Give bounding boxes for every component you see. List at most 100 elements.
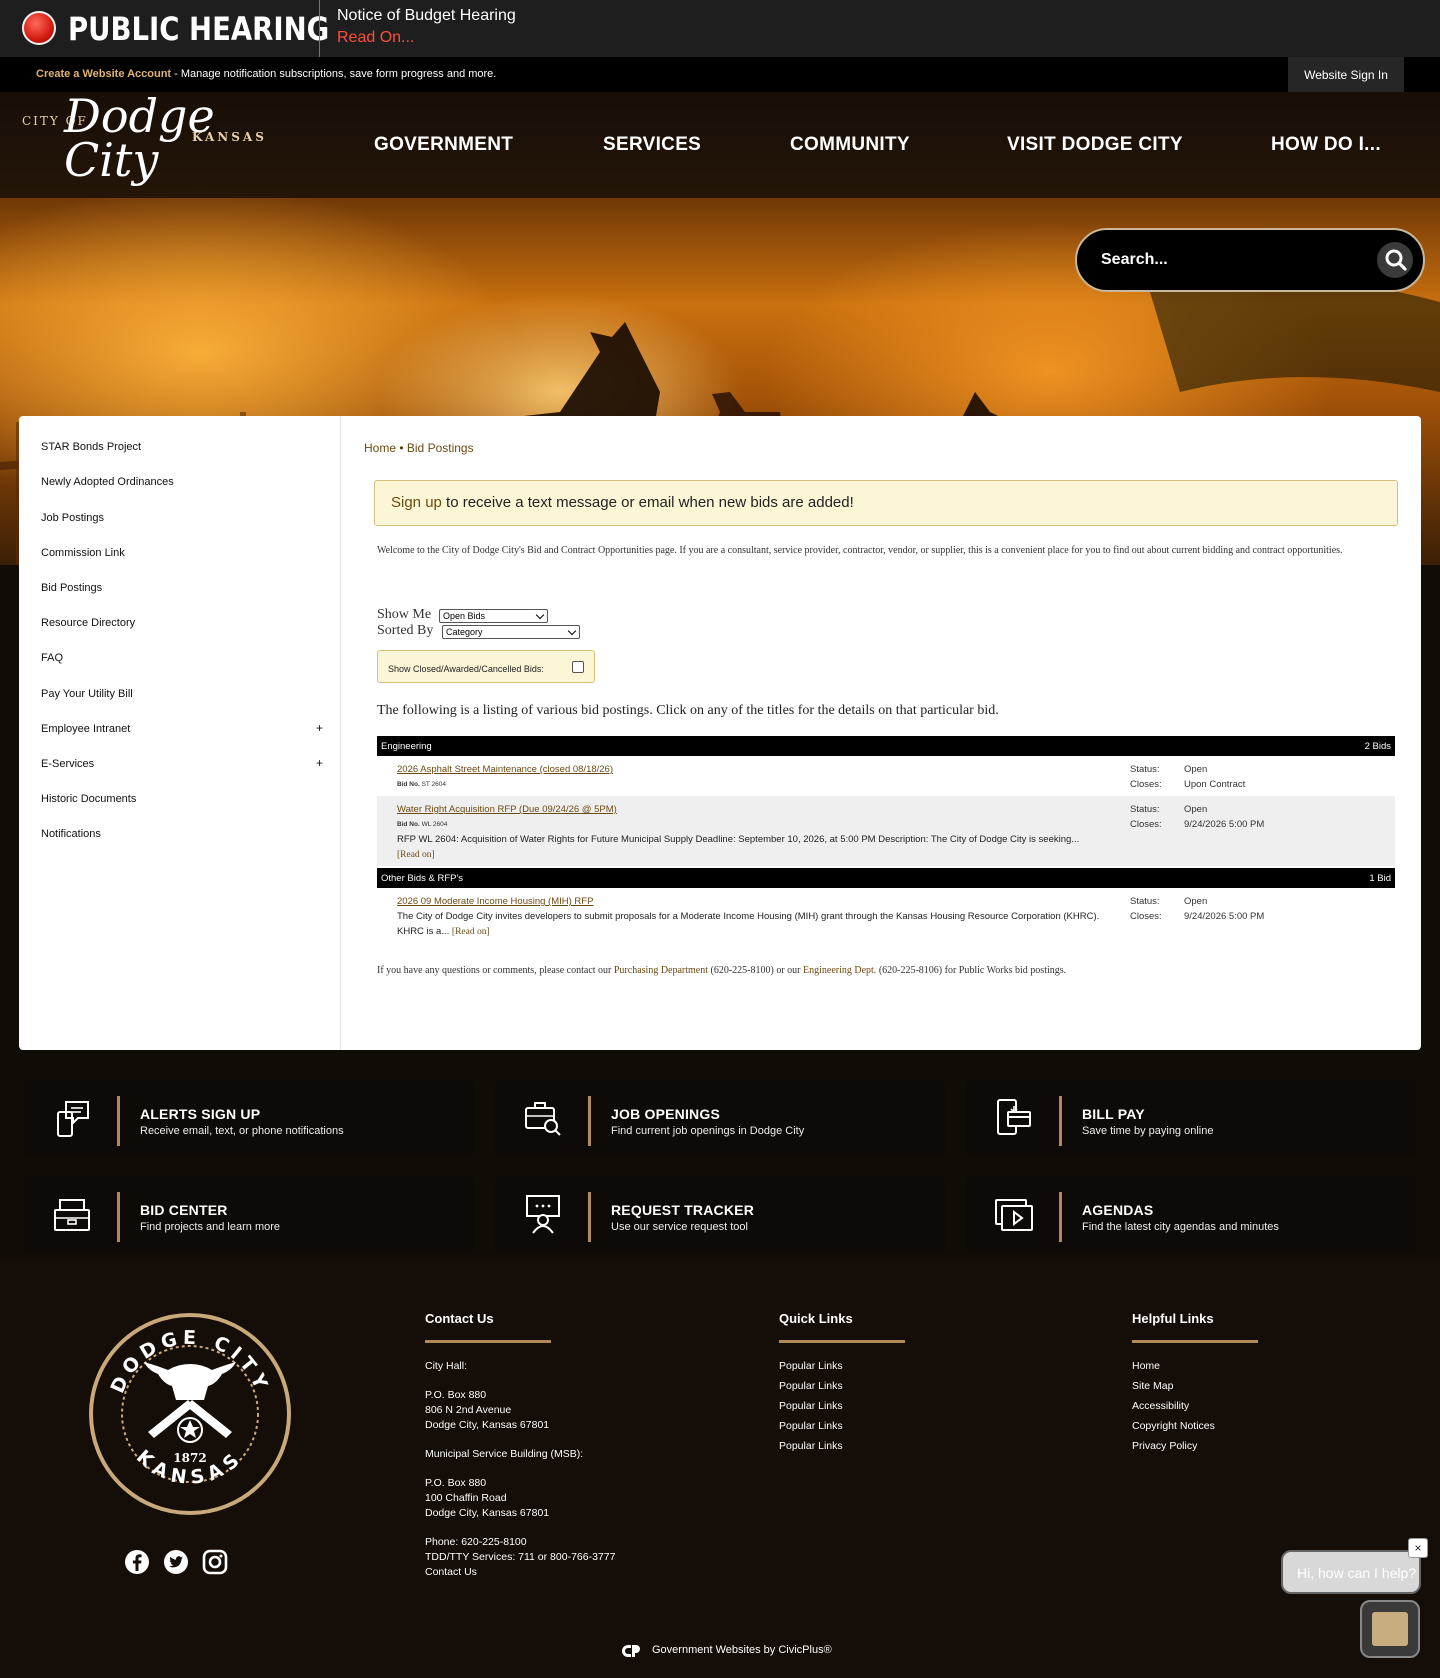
sorted-by-select[interactable]: Category (442, 625, 580, 639)
tile-agendas[interactable]: AGENDAS Find the latest city agendas and… (966, 1176, 1416, 1252)
contact-us-link[interactable]: Contact Us (425, 1566, 477, 1578)
sidebar-item-notifications[interactable]: Notifications (41, 828, 101, 840)
notify-text: Sign up to receive a text message or ema… (391, 494, 854, 511)
sidebar-item-faq[interactable]: FAQ (41, 652, 63, 664)
chat-greeting-bubble[interactable]: Hi, how can I help? (1281, 1550, 1421, 1594)
closes-label: Closes: (1130, 779, 1162, 790)
chat-launcher-button[interactable] (1360, 1600, 1420, 1658)
video-agenda-icon (995, 1199, 1033, 1231)
quick-link-item[interactable]: Popular Links (779, 1420, 843, 1432)
bid-description-text: RFP WL 2604: Acquisition of Water Rights… (397, 834, 1080, 845)
sidebar-item-e-services[interactable]: E-Services (41, 758, 94, 770)
sidebar-nav: STAR Bonds Project Newly Adopted Ordinan… (19, 416, 341, 1050)
show-me-label: Show Me (377, 607, 432, 622)
twitter-icon[interactable] (163, 1549, 189, 1575)
facebook-icon[interactable] (124, 1549, 150, 1575)
tile-subtitle: Find projects and learn more (140, 1221, 281, 1233)
city-hall-label: City Hall: (425, 1360, 468, 1372)
account-message: Create a Website Account - Manage notifi… (36, 68, 496, 80)
chat-greeting-text: Hi, how can I help? (1297, 1565, 1417, 1581)
alert-read-on-link[interactable]: Read On... (337, 29, 414, 47)
quick-link-item[interactable]: Popular Links (779, 1380, 843, 1392)
sidebar-item-employee-intranet[interactable]: Employee Intranet (41, 723, 130, 735)
show-closed-checkbox[interactable] (572, 661, 584, 673)
breadcrumb-home[interactable]: Home (364, 441, 396, 455)
welcome-text: Welcome to the City of Dodge City's Bid … (377, 545, 1343, 556)
civicplus-link[interactable]: Government Websites by CivicPlus® (652, 1644, 832, 1656)
sign-up-link[interactable]: Sign up (391, 494, 442, 511)
footer-link-privacy[interactable]: Privacy Policy (1132, 1440, 1197, 1452)
seal-year: 1872 (173, 1451, 206, 1465)
breadcrumb-current[interactable]: Bid Postings (407, 441, 474, 455)
bid-no-label: Bid No. (397, 781, 420, 788)
search-button[interactable] (1377, 242, 1413, 278)
show-closed-box: Show Closed/Awarded/Cancelled Bids: (377, 650, 595, 683)
phone-chat-icon (57, 1101, 89, 1137)
site-logo[interactable]: CITY OF Dodge City KANSAS (22, 93, 264, 192)
tile-job-openings[interactable]: JOB OPENINGS Find current job openings i… (495, 1080, 945, 1156)
tile-subtitle: Find current job openings in Dodge City (611, 1125, 805, 1137)
tile-title: JOB OPENINGS (611, 1106, 720, 1122)
footer-link-home[interactable]: Home (1132, 1360, 1160, 1372)
notify-message: to receive a text message or email when … (441, 494, 854, 511)
bid-no-label: Bid No. (397, 821, 420, 828)
instagram-icon[interactable] (202, 1549, 228, 1575)
tile-request-tracker[interactable]: REQUEST TRACKER Use our service request … (495, 1176, 945, 1252)
read-on-link[interactable]: [Read on] (452, 927, 490, 937)
tdd-number: TDD/TTY Services: 711 or 800-766-3777 (425, 1551, 616, 1563)
nav-services[interactable]: SERVICES (603, 134, 701, 156)
closes-value: 9/24/2026 5:00 PM (1184, 911, 1265, 922)
show-me-select[interactable]: Open Bids (439, 609, 548, 623)
sidebar-item-job-postings[interactable]: Job Postings (41, 512, 104, 524)
tile-bill-pay[interactable]: BILL PAY Save time by paying online (966, 1080, 1416, 1156)
alert-divider (319, 0, 320, 57)
contact-line: If you have any questions or comments, p… (377, 965, 1066, 976)
sidebar-item-resource-directory[interactable]: Resource Directory (41, 617, 135, 629)
alert-notice[interactable]: Notice of Budget Hearing (337, 7, 516, 25)
expand-icon[interactable]: + (316, 756, 323, 770)
website-sign-in-button[interactable]: Website Sign In (1288, 57, 1404, 92)
bid-title-link[interactable]: 2026 09 Moderate Income Housing (MIH) RF… (397, 896, 593, 907)
search-input[interactable] (1101, 230, 1371, 290)
bid-title-link[interactable]: Water Right Acquisition RFP (Due 09/24/2… (397, 804, 617, 815)
sidebar-item-ordinances[interactable]: Newly Adopted Ordinances (41, 476, 174, 488)
nav-visit-dodge-city[interactable]: VISIT DODGE CITY (1007, 134, 1183, 156)
bid-no-value: ST 2604 (421, 781, 447, 788)
bid-row: 2026 09 Moderate Income Housing (MIH) RF… (377, 888, 1395, 942)
quick-link-item[interactable]: Popular Links (779, 1360, 843, 1372)
heading-underline (779, 1340, 905, 1343)
engineering-link[interactable]: Engineering Dept. (803, 965, 876, 976)
sidebar-item-utility-bill[interactable]: Pay Your Utility Bill (41, 688, 133, 700)
tile-subtitle: Receive email, text, or phone notificati… (140, 1125, 344, 1137)
expand-icon[interactable]: + (316, 721, 323, 735)
category-header: Other Bids & RFP's 1 Bid (377, 868, 1395, 888)
read-on-link[interactable]: [Read on] (397, 850, 435, 860)
sidebar-item-bid-postings[interactable]: Bid Postings (41, 582, 102, 594)
purchasing-link[interactable]: Purchasing Department (614, 965, 708, 976)
category-header: Engineering 2 Bids (377, 736, 1395, 756)
quick-link-item[interactable]: Popular Links (779, 1400, 843, 1412)
sidebar-item-star-bonds[interactable]: STAR Bonds Project (41, 441, 141, 453)
quick-link-item[interactable]: Popular Links (779, 1440, 843, 1452)
bid-title-link[interactable]: 2026 Asphalt Street Maintenance (closed … (397, 764, 613, 775)
closes-value: Upon Contract (1184, 779, 1246, 790)
nav-government[interactable]: GOVERNMENT (374, 134, 513, 156)
tile-bid-center[interactable]: BID CENTER Find projects and learn more (24, 1176, 474, 1252)
bid-description: The City of Dodge City invites developer… (397, 909, 1102, 940)
footer-link-site-map[interactable]: Site Map (1132, 1380, 1173, 1392)
footer-link-accessibility[interactable]: Accessibility (1132, 1400, 1189, 1412)
phone-number: Phone: 620-225-8100 (425, 1536, 527, 1548)
create-account-link[interactable]: Create a Website Account (36, 68, 171, 80)
close-icon[interactable]: × (1408, 1538, 1428, 1558)
tile-alerts-sign-up[interactable]: ALERTS SIGN UP Receive email, text, or p… (24, 1080, 474, 1156)
alert-bar: PUBLIC HEARING Notice of Budget Hearing … (0, 0, 1440, 57)
sidebar-item-commission-link[interactable]: Commission Link (41, 547, 125, 559)
tile-divider (117, 1096, 120, 1146)
tile-subtitle: Save time by paying online (1082, 1125, 1214, 1137)
tile-divider (1059, 1096, 1062, 1146)
status-label: Status: (1130, 896, 1160, 907)
sidebar-item-historic-documents[interactable]: Historic Documents (41, 793, 136, 805)
nav-community[interactable]: COMMUNITY (790, 134, 910, 156)
footer-link-copyright[interactable]: Copyright Notices (1132, 1420, 1215, 1432)
nav-how-do-i[interactable]: HOW DO I... (1271, 134, 1381, 156)
